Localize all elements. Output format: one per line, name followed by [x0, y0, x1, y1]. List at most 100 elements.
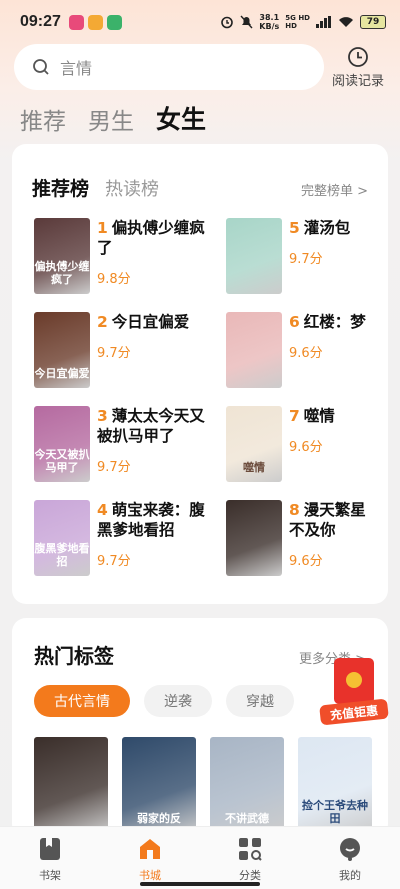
tab-female[interactable]: 女生 [156, 100, 206, 136]
book-cover [226, 312, 282, 388]
book-score: 9.6分 [289, 554, 323, 569]
recharge-promo-badge[interactable]: 充值钜惠 [318, 654, 390, 726]
rank-item[interactable]: 腹黑爹地看招 4 萌宝来袭：腹黑爹地看招 9.7分 [34, 500, 214, 580]
rank-number: 6 [289, 313, 300, 331]
book-title: 5 灌汤包 [289, 218, 381, 238]
bookshelf-icon [40, 838, 60, 860]
tag-book-list: 弱家的反 不讲武德 捡个王爷去种田 [12, 717, 388, 833]
book-title-text: 漫天繁星不及你 [289, 501, 366, 539]
battery-icon: 79 [360, 15, 386, 29]
cover-title: 今日宜偏爱 [34, 367, 90, 380]
book-title-text: 红楼：梦 [303, 313, 366, 331]
category-icon [239, 838, 262, 861]
rank-number: 3 [97, 407, 108, 425]
ranking-grid: 偏执傅少缠疯了 1 偏执傅少缠疯了 9.8分 今日宜偏爱 2 今日宜偏爱 9.7分 今天… [34, 218, 384, 598]
nav-profile-label: 我的 [339, 869, 361, 882]
rank-item[interactable]: 8 漫天繁星不及你 9.6分 [226, 500, 384, 580]
nav-category-label: 分类 [239, 869, 261, 882]
bookstore-icon [140, 839, 160, 859]
search-row: 言情 阅读记录 [14, 44, 386, 90]
ranking-card-header: 推荐榜 热读榜 完整榜单 > [12, 144, 388, 201]
nav-bookstore-label: 书城 [139, 869, 161, 882]
cover-title: 腹黑爹地看招 [34, 542, 90, 568]
nav-bookshelf[interactable]: 书架 [0, 827, 100, 889]
nav-bookstore[interactable]: 书城 [100, 827, 200, 889]
book-score: 9.7分 [97, 346, 131, 361]
cover-title: 弱家的反 [137, 812, 181, 825]
app-notification-icon [106, 14, 122, 30]
app-notification-icon [87, 14, 103, 30]
book-title: 4 萌宝来袭：腹黑爹地看招 [97, 500, 209, 540]
book-cover: 噬情 [226, 406, 282, 482]
net-speed-unit: KB/s [259, 22, 280, 31]
signal-label: 5G HD HD [285, 14, 310, 30]
book-title: 1 偏执傅少缠疯了 [97, 218, 209, 258]
book-score: 9.6分 [289, 440, 323, 455]
net-speed: 38.1 KB/s [259, 13, 279, 31]
rank-number: 2 [97, 313, 108, 331]
red-envelope-icon [334, 658, 374, 704]
cover-title: 捡个王爷去种田 [302, 799, 368, 825]
book-title: 6 红楼：梦 [289, 312, 381, 332]
book-title-text: 偏执傅少缠疯了 [97, 219, 205, 257]
full-ranking-link[interactable]: 完整榜单 > [301, 180, 368, 199]
nav-bookshelf-label: 书架 [39, 869, 61, 882]
tag-chip-ancient-romance[interactable]: 古代言情 [34, 685, 130, 717]
signal-top: 5G HD [285, 14, 310, 22]
nav-category[interactable]: 分类 [200, 827, 300, 889]
search-placeholder: 言情 [60, 59, 93, 78]
ranking-card: 推荐榜 热读榜 完整榜单 > 偏执傅少缠疯了 1 偏执傅少缠疯了 9.8分 今日宜偏… [12, 144, 388, 604]
status-right: 38.1 KB/s 5G HD HD 79 [220, 13, 386, 31]
hot-tags-card: 热门标签 更多分类 > 古代言情 逆袭 穿越 弱家的反 不讲武德 捡个王爷去种田 [12, 618, 388, 838]
tab-male[interactable]: 男生 [88, 102, 134, 136]
clock-icon [348, 46, 368, 67]
cover-title: 今天又被扒马甲了 [34, 448, 90, 474]
nav-profile[interactable]: 我的 [300, 827, 400, 889]
signal-bottom: HD [285, 22, 297, 30]
rank-number: 1 [97, 219, 108, 237]
rank-number: 8 [289, 501, 300, 519]
tag-book-cover[interactable]: 弱家的反 [122, 737, 196, 833]
book-cover [226, 500, 282, 576]
book-cover: 腹黑爹地看招 [34, 500, 90, 576]
home-indicator [140, 882, 260, 886]
book-title-text: 灌汤包 [303, 219, 351, 237]
book-title-text: 今日宜偏爱 [111, 313, 190, 331]
rank-number: 7 [289, 407, 300, 425]
rank-item[interactable]: 今天又被扒马甲了 3 薄太太今天又被扒马甲了 9.7分 [34, 406, 214, 486]
book-score: 9.6分 [289, 346, 323, 361]
search-icon [33, 59, 49, 75]
book-cover: 今日宜偏爱 [34, 312, 90, 388]
rank-item[interactable]: 偏执傅少缠疯了 1 偏执傅少缠疯了 9.8分 [34, 218, 214, 298]
promo-label: 充值钜惠 [319, 698, 389, 726]
tag-book-cover[interactable]: 不讲武德 [210, 737, 284, 833]
book-score: 9.7分 [97, 554, 131, 569]
tab-recommend-list[interactable]: 推荐榜 [32, 174, 89, 201]
rank-item[interactable]: 5 灌汤包 9.7分 [226, 218, 384, 298]
search-input[interactable]: 言情 [14, 44, 324, 90]
tab-recommend[interactable]: 推荐 [20, 102, 66, 136]
rank-item[interactable]: 噬情 7 噬情 9.6分 [226, 406, 384, 486]
tag-chip-comeback[interactable]: 逆袭 [144, 685, 212, 717]
signal-icon [316, 16, 331, 28]
book-title-text: 噬情 [303, 407, 335, 425]
net-speed-value: 38.1 [259, 13, 280, 22]
tag-chip-time-travel[interactable]: 穿越 [226, 685, 294, 717]
tag-book-cover[interactable] [34, 737, 108, 833]
hot-tags-title: 热门标签 [34, 644, 114, 668]
rank-number: 5 [289, 219, 300, 237]
tag-book-cover[interactable]: 捡个王爷去种田 [298, 737, 372, 833]
book-title: 2 今日宜偏爱 [97, 312, 209, 332]
reading-history-button[interactable]: 阅读记录 [330, 46, 386, 89]
book-title-text: 萌宝来袭：腹黑爹地看招 [97, 501, 205, 539]
rank-item[interactable]: 今日宜偏爱 2 今日宜偏爱 9.7分 [34, 312, 214, 392]
rank-item[interactable]: 6 红楼：梦 9.6分 [226, 312, 384, 392]
rank-number: 4 [97, 501, 108, 519]
book-score: 9.7分 [289, 252, 323, 267]
alarm-icon [221, 16, 234, 29]
book-cover [226, 218, 282, 294]
tab-hot-list[interactable]: 热读榜 [105, 175, 159, 201]
profile-icon [340, 838, 360, 861]
book-score: 9.7分 [97, 460, 131, 475]
notification-badges [68, 14, 122, 30]
